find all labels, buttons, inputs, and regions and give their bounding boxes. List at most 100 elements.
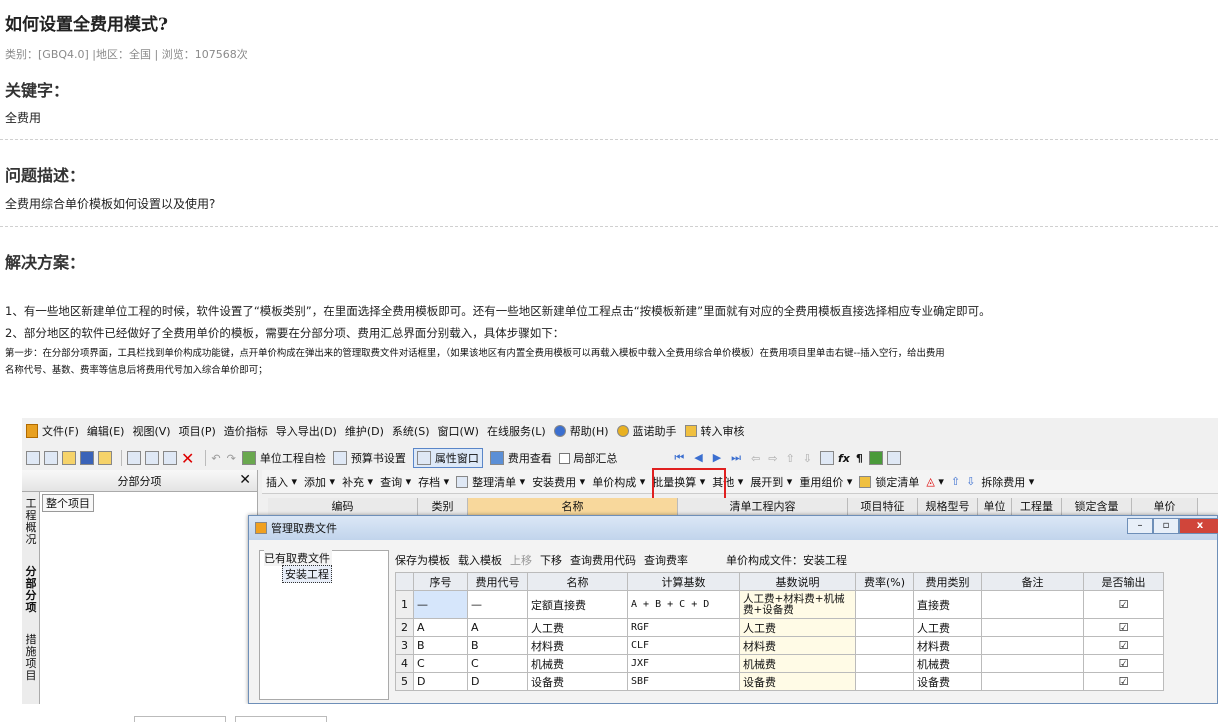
open-folder-icon[interactable]: [62, 451, 76, 465]
maximize-icon[interactable]: ▫: [1153, 518, 1179, 534]
install-fee-button[interactable]: 安装费用 ▾: [532, 474, 585, 490]
archive-button[interactable]: 存档 ▾: [418, 474, 449, 490]
reuse-pricing-button[interactable]: 重用组价 ▾: [799, 474, 852, 490]
tab-subitems[interactable]: 分部分项: [24, 566, 38, 614]
copy-icon[interactable]: [145, 451, 159, 465]
cell-note[interactable]: [981, 590, 1084, 619]
cell-rate[interactable]: [855, 618, 914, 637]
table-row[interactable]: 4 C C 机械费 JXF 机械费 机械费 ☑: [395, 654, 1164, 673]
cell-name[interactable]: 材料费: [527, 636, 628, 655]
tree-node-install[interactable]: 安装工程: [282, 565, 332, 583]
unit-price-composition-button[interactable]: 单价构成 ▾: [592, 474, 645, 490]
lock-list-button[interactable]: 锁定清单: [859, 474, 919, 490]
cell-rate[interactable]: [855, 636, 914, 655]
table-row[interactable]: 3 B B 材料费 CLF 材料费 材料费 ☑: [395, 636, 1164, 655]
cell-code[interactable]: —: [467, 590, 528, 619]
menu-item[interactable]: 维护(D): [345, 423, 384, 439]
output-checkbox[interactable]: ☑: [1119, 657, 1129, 670]
menu-item[interactable]: 视图(V): [132, 423, 170, 439]
cut-icon[interactable]: [127, 451, 141, 465]
cell-code[interactable]: C: [467, 654, 528, 673]
footer-button-outline[interactable]: [235, 716, 327, 722]
move-arrows-icon[interactable]: ⇦⇨⇧⇩: [751, 452, 820, 465]
cell-note[interactable]: [981, 618, 1084, 637]
menu-item[interactable]: 在线服务(L): [487, 423, 546, 439]
cell-base[interactable]: JXF: [627, 654, 740, 673]
fill-color-button[interactable]: ◬ ▾: [926, 475, 944, 488]
expand-to-button[interactable]: 展开到 ▾: [750, 474, 792, 490]
table-row[interactable]: 1 — — 定额直接费 A + B + C + D 人工费+材料费+机械费+设备…: [395, 590, 1164, 619]
close-icon[interactable]: ✕: [239, 472, 251, 488]
new-project-icon[interactable]: [44, 451, 58, 465]
cell-code[interactable]: D: [467, 672, 528, 691]
folder-icon[interactable]: [98, 451, 112, 465]
cell-category[interactable]: 设备费: [913, 672, 982, 691]
menu-item[interactable]: 项目(P): [179, 423, 216, 439]
menu-item[interactable]: 转入审核: [701, 423, 745, 439]
menu-item[interactable]: 造价指标: [224, 423, 268, 439]
menu-item[interactable]: 系统(S): [392, 423, 430, 439]
tab-measures[interactable]: 措施项目: [24, 634, 38, 682]
cell-no[interactable]: C: [413, 654, 468, 673]
load-template-button[interactable]: 载入模板: [458, 552, 502, 568]
insert-button[interactable]: 插入 ▾: [266, 474, 297, 490]
cell-category[interactable]: 直接费: [913, 590, 982, 619]
cell-no[interactable]: A: [413, 618, 468, 637]
delete-icon[interactable]: ✕: [181, 449, 194, 468]
cell-base[interactable]: CLF: [627, 636, 740, 655]
output-checkbox[interactable]: ☑: [1119, 621, 1129, 634]
query-button[interactable]: 查询 ▾: [380, 474, 411, 490]
query-code-button[interactable]: 查询费用代码: [570, 552, 636, 568]
undo-icon[interactable]: ↶: [211, 452, 220, 465]
supplement-button[interactable]: 补充 ▾: [342, 474, 373, 490]
cell-output[interactable]: ☑: [1083, 636, 1164, 655]
cell-code[interactable]: A: [467, 618, 528, 637]
cell-note[interactable]: [981, 672, 1084, 691]
cell-name[interactable]: 人工费: [527, 618, 628, 637]
partial-summary-toggle[interactable]: 局部汇总: [558, 450, 617, 466]
menu-item[interactable]: 导入导出(D): [276, 423, 337, 439]
cube-icon[interactable]: [868, 451, 883, 465]
output-checkbox[interactable]: ☑: [1119, 639, 1129, 652]
cell-output[interactable]: ☑: [1083, 672, 1164, 691]
formula-icon[interactable]: fx: [838, 452, 850, 465]
property-window-button[interactable]: 属性窗口: [412, 448, 483, 468]
cell-note[interactable]: [981, 636, 1084, 655]
nav-arrows-icon[interactable]: ⏮◀▶⏭: [674, 451, 751, 465]
add-button[interactable]: 添加 ▾: [304, 474, 335, 490]
redo-icon[interactable]: ↷: [227, 452, 236, 465]
minimize-icon[interactable]: –: [1127, 518, 1153, 534]
fee-view-button[interactable]: 费用查看: [489, 450, 552, 466]
cell-category[interactable]: 人工费: [913, 618, 982, 637]
menu-item[interactable]: 文件(F): [42, 423, 79, 439]
new-file-icon[interactable]: [26, 451, 40, 465]
up-arrow-icon[interactable]: ⇧: [951, 475, 960, 488]
organize-list-button[interactable]: 整理清单 ▾: [472, 474, 525, 490]
cell-output[interactable]: ☑: [1083, 654, 1164, 673]
cell-base[interactable]: SBF: [627, 672, 740, 691]
cell-no[interactable]: —: [413, 590, 468, 619]
save-icon[interactable]: [80, 451, 94, 465]
table-icon[interactable]: [886, 451, 901, 465]
cell-no[interactable]: B: [413, 636, 468, 655]
query-rate-button[interactable]: 查询费率: [644, 552, 688, 568]
demolition-fee-button[interactable]: 拆除费用 ▾: [981, 474, 1034, 490]
table-row[interactable]: 2 A A 人工费 RGF 人工费 人工费 ☑: [395, 618, 1164, 637]
output-checkbox[interactable]: ☑: [1119, 675, 1129, 688]
cell-output[interactable]: ☑: [1083, 618, 1164, 637]
save-template-button[interactable]: 保存为模板: [395, 552, 450, 568]
cell-category[interactable]: 材料费: [913, 636, 982, 655]
paste-icon[interactable]: [163, 451, 177, 465]
cell-rate[interactable]: [855, 672, 914, 691]
cell-base[interactable]: RGF: [627, 618, 740, 637]
cell-base[interactable]: A + B + C + D: [627, 590, 740, 619]
cell-rate[interactable]: [855, 590, 914, 619]
cell-code[interactable]: B: [467, 636, 528, 655]
cell-name[interactable]: 设备费: [527, 672, 628, 691]
cell-name[interactable]: 机械费: [527, 654, 628, 673]
cell-category[interactable]: 机械费: [913, 654, 982, 673]
down-arrow-icon[interactable]: ⇩: [966, 475, 975, 488]
move-up-button[interactable]: 上移: [510, 552, 532, 568]
cell-rate[interactable]: [855, 654, 914, 673]
move-down-button[interactable]: 下移: [540, 552, 562, 568]
